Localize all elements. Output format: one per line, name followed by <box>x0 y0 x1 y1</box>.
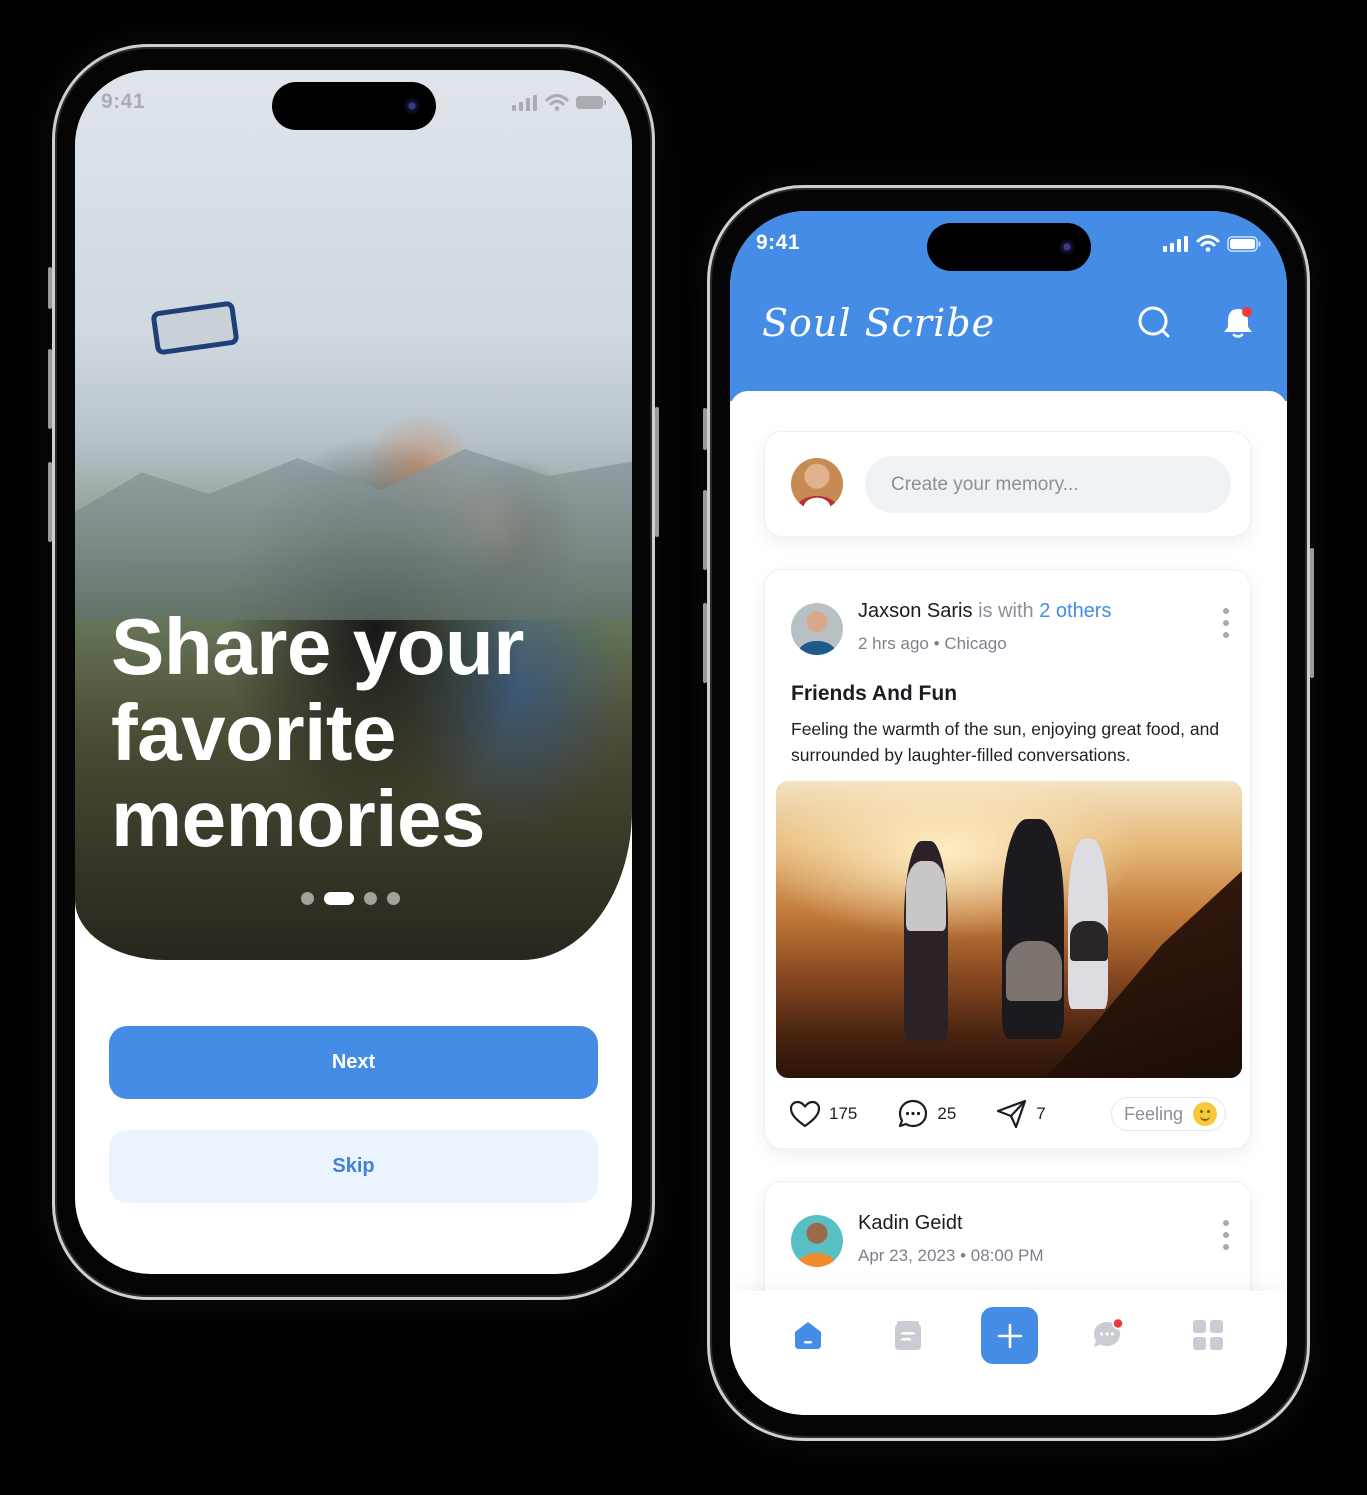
page-dot[interactable] <box>387 892 400 905</box>
app-logo: Soul Scribe <box>762 301 996 345</box>
tab-journal[interactable] <box>890 1317 926 1353</box>
volume-up-button <box>48 349 52 429</box>
tagged-others-link[interactable]: 2 others <box>1039 600 1111 622</box>
photo-person-shorts <box>1070 921 1108 961</box>
feed-list[interactable]: Jaxson Saris is with 2 others 2 hrs ago … <box>730 391 1287 1415</box>
post-actions: 175 25 7 Feeling <box>789 1094 1226 1134</box>
share-button[interactable]: 7 <box>996 1099 1046 1129</box>
onboarding-screen: 9:41 Share your favorite memories Next S… <box>75 70 632 1274</box>
bell-icon <box>1224 307 1252 338</box>
action-button <box>48 267 52 309</box>
post-time: 2 hrs ago <box>858 634 929 653</box>
status-time: 9:41 <box>756 231 801 254</box>
post-location: Chicago <box>944 634 1007 653</box>
feeling-button[interactable]: Feeling <box>1110 1097 1226 1131</box>
dynamic-island <box>271 82 436 130</box>
meta-separator: • <box>960 1246 967 1265</box>
feed-phone: Soul Scribe 9:41 Create your memory... J… <box>703 185 1314 1441</box>
wifi-icon <box>545 94 569 111</box>
photo-person-shorts <box>1006 941 1062 1001</box>
home-icon <box>795 1322 821 1349</box>
tab-home[interactable] <box>790 1317 826 1353</box>
post-author-line: Jaxson Saris is with 2 others <box>858 600 1111 623</box>
more-options-icon[interactable] <box>1222 608 1230 638</box>
search-icon <box>1138 306 1170 338</box>
search-button[interactable] <box>1137 305 1173 341</box>
hero-title-line: Share your <box>111 602 524 691</box>
status-time: 9:41 <box>101 90 146 113</box>
post-meta: Apr 23, 2023 • 08:00 PM <box>858 1246 1044 1266</box>
power-button <box>1310 548 1314 678</box>
author-name[interactable]: Kadin Geidt <box>858 1212 963 1234</box>
power-button <box>655 407 659 537</box>
post-body: Feeling the warmth of the sun, enjoying … <box>791 719 1220 765</box>
hero-title: Share your favorite memories <box>111 604 591 862</box>
send-icon <box>997 1099 1027 1129</box>
comment-icon <box>899 1099 928 1128</box>
dynamic-island <box>926 223 1091 271</box>
smiley-icon <box>1193 1102 1217 1126</box>
create-memory-input[interactable] <box>865 456 1231 513</box>
heart-icon <box>789 1100 821 1128</box>
post-meta: 2 hrs ago • Chicago <box>858 634 1007 654</box>
camera-icon <box>403 98 420 114</box>
feed-screen: Soul Scribe 9:41 Create your memory... J… <box>730 211 1287 1415</box>
volume-down-button <box>703 603 707 683</box>
with-text: is with <box>978 600 1034 622</box>
post-author-line: Kadin Geidt <box>858 1212 963 1235</box>
next-button-label: Next <box>331 1051 376 1073</box>
chat-icon <box>1094 1318 1124 1347</box>
skip-button-label: Skip <box>332 1155 375 1177</box>
comment-count: 25 <box>937 1104 957 1123</box>
battery-icon <box>576 96 606 109</box>
wifi-icon <box>1196 235 1220 252</box>
post-time: 08:00 PM <box>970 1246 1044 1265</box>
like-count: 175 <box>829 1104 858 1123</box>
notifications-button[interactable] <box>1220 305 1256 341</box>
hero-selfie-phone <box>150 300 240 356</box>
grid-icon <box>1193 1320 1223 1350</box>
create-memory-card <box>764 431 1251 537</box>
photo-person-jacket <box>906 861 946 931</box>
battery-icon <box>1227 235 1261 252</box>
post-photo[interactable] <box>776 781 1242 1078</box>
tab-more[interactable] <box>1190 1317 1226 1353</box>
photo-person <box>1002 819 1064 1039</box>
post-title: Friends And Fun <box>791 682 958 705</box>
signal-icon <box>512 94 537 111</box>
bottom-tab-bar <box>730 1291 1287 1415</box>
page-dot[interactable] <box>364 892 377 905</box>
add-memory-button[interactable] <box>981 1307 1038 1364</box>
page-dot[interactable] <box>301 892 314 905</box>
like-button[interactable]: 175 <box>789 1099 857 1129</box>
author-avatar[interactable] <box>791 1215 843 1267</box>
volume-down-button <box>48 462 52 542</box>
current-user-avatar[interactable] <box>791 458 843 510</box>
skip-button[interactable]: Skip <box>109 1130 598 1203</box>
volume-up-button <box>703 490 707 570</box>
page-dot-active[interactable] <box>324 892 354 905</box>
author-name[interactable]: Jaxson Saris <box>858 600 973 622</box>
share-count: 7 <box>1036 1104 1046 1123</box>
more-options-icon[interactable] <box>1222 1220 1230 1250</box>
page-indicator <box>301 892 400 905</box>
journal-icon <box>895 1321 921 1350</box>
feeling-label: Feeling <box>1123 1103 1183 1124</box>
onboarding-phone: 9:41 Share your favorite memories Next S… <box>48 44 659 1300</box>
action-button <box>703 408 707 450</box>
meta-separator: • <box>933 634 940 653</box>
add-icon <box>997 1323 1022 1348</box>
author-avatar[interactable] <box>791 603 843 655</box>
comment-button[interactable]: 25 <box>897 1098 956 1130</box>
post-card: Jaxson Saris is with 2 others 2 hrs ago … <box>764 569 1251 1149</box>
hero-title-line: favorite <box>111 688 396 777</box>
hero-title-line: memories <box>111 774 485 863</box>
tab-chat[interactable] <box>1090 1317 1126 1353</box>
camera-icon <box>1058 239 1075 255</box>
next-button[interactable]: Next <box>109 1026 598 1099</box>
post-date: Apr 23, 2023 <box>858 1246 956 1265</box>
signal-icon <box>1163 235 1188 252</box>
